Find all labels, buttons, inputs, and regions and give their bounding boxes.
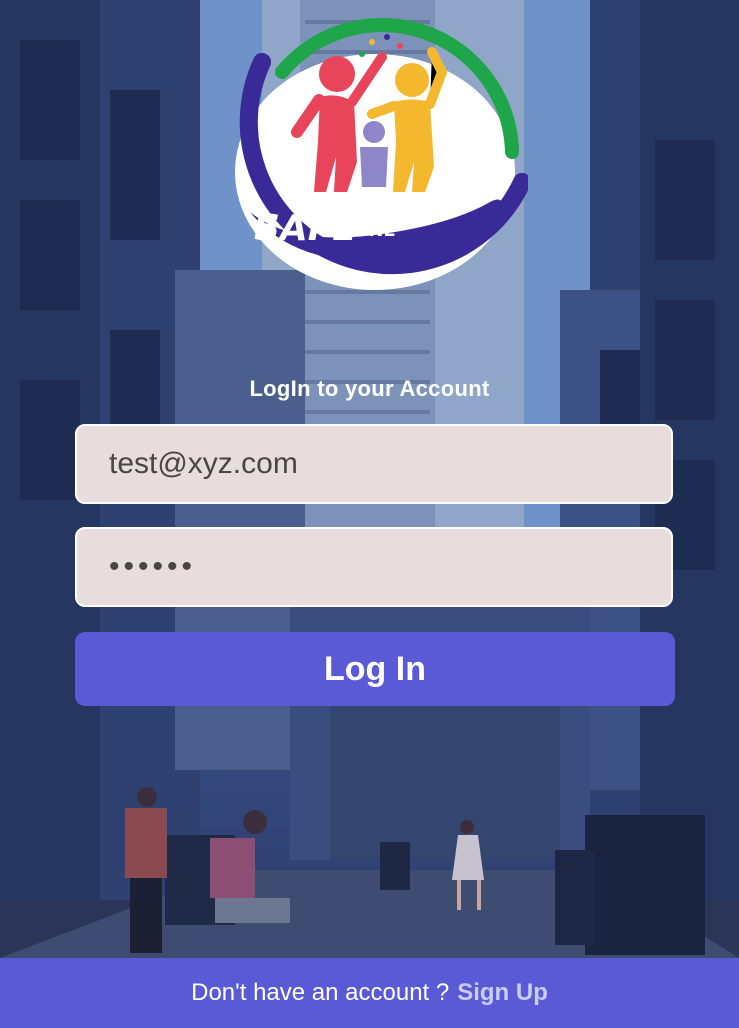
safe-zone-logo-icon: SAFE ZONE <box>235 18 531 290</box>
login-button[interactable]: Log In <box>75 632 675 706</box>
safe-zone-logo: SAFE ZONE <box>222 2 531 302</box>
signup-prompt: Don't have an account ? <box>191 979 450 1006</box>
logo-zone-text: ZONE <box>340 220 396 241</box>
signup-footer: Don't have an account ? Sign Up <box>0 958 739 1028</box>
email-field[interactable]: test@xyz.com <box>75 424 673 504</box>
password-field[interactable]: •••••• <box>75 527 673 607</box>
signup-link[interactable]: Sign Up <box>457 979 548 1007</box>
login-title: LogIn to your Account <box>249 376 490 401</box>
